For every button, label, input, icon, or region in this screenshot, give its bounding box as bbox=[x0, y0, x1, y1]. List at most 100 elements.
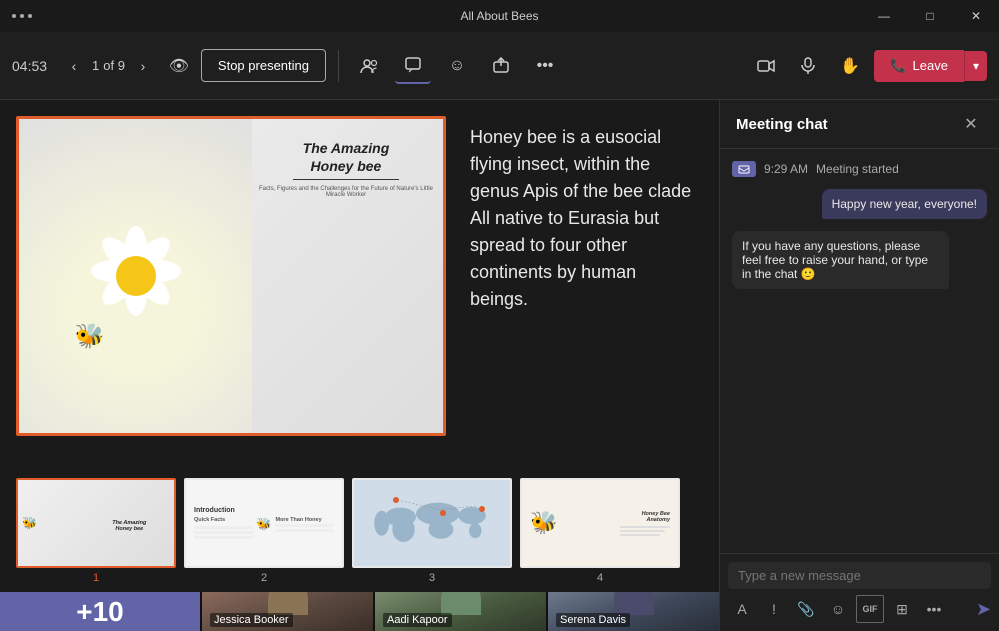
leave-dropdown-button[interactable]: ▾ bbox=[964, 51, 987, 81]
thumbnail-number-1: 1 bbox=[93, 572, 99, 584]
slide-bee-flower: 🐝 bbox=[19, 119, 252, 433]
chat-toolbar: A ! 📎 ☺ GIF ⊞ ••• ➤ bbox=[728, 595, 991, 623]
slide-main-title: The AmazingHoney bee bbox=[257, 139, 435, 175]
right-panel: Meeting chat ✕ 9:29 AM Meeting started H… bbox=[719, 100, 999, 631]
video-name-3: Serena Davis bbox=[556, 613, 630, 627]
thumbnail-slide-2[interactable]: Introduction Quick Facts 🐝 bbox=[184, 478, 344, 568]
reactions-icon-button[interactable]: ☺ bbox=[439, 48, 475, 84]
thumbnail-slide-4[interactable]: 🐝 Honey BeeAnatomy bbox=[520, 478, 680, 568]
important-button[interactable]: ! bbox=[760, 595, 788, 623]
chat-message-input[interactable] bbox=[738, 568, 981, 583]
more-participants-tile: +10 bbox=[0, 592, 200, 631]
camera-button[interactable] bbox=[748, 48, 784, 84]
chat-header: Meeting chat ✕ bbox=[720, 100, 999, 149]
chat-bubble-right: Happy new year, everyone! bbox=[822, 189, 987, 219]
slide-current: 1 bbox=[92, 58, 99, 73]
people-icon-button[interactable] bbox=[351, 48, 387, 84]
thumbnail-1[interactable]: 🐝 The AmazingHoney bee 1 bbox=[16, 478, 176, 584]
leave-button[interactable]: 📞 Leave bbox=[874, 50, 964, 82]
thumbnail-number-2: 2 bbox=[261, 572, 267, 584]
video-tile-2: Aadi Kapoor bbox=[375, 592, 546, 631]
title-bar-dots bbox=[12, 14, 32, 18]
format-button[interactable]: A bbox=[728, 595, 756, 623]
toolbar-divider-1 bbox=[338, 50, 339, 82]
emoji-button[interactable]: ☺ bbox=[824, 595, 852, 623]
person-silhouette-2 bbox=[436, 592, 486, 611]
thumbnail-strip: 🐝 The AmazingHoney bee 1 Introduction Qu… bbox=[0, 470, 719, 592]
app-title: All About Bees bbox=[460, 9, 538, 23]
bee-emoji: 🐝 bbox=[75, 322, 105, 351]
slide-navigation: ‹ 1 of 9 › bbox=[60, 52, 157, 80]
title-bar: All About Bees — □ ✕ bbox=[0, 0, 999, 32]
leave-button-group: 📞 Leave ▾ bbox=[874, 50, 987, 82]
stop-presenting-button[interactable]: Stop presenting bbox=[201, 49, 326, 82]
person-silhouette-1 bbox=[263, 592, 313, 611]
chat-icon-button[interactable] bbox=[395, 48, 431, 84]
mic-button[interactable] bbox=[790, 48, 826, 84]
eye-button[interactable]: 👁 bbox=[165, 52, 193, 80]
chat-input-row bbox=[728, 562, 991, 589]
maximize-button[interactable]: □ bbox=[907, 0, 953, 32]
raise-hand-button[interactable]: ✋ bbox=[832, 48, 868, 84]
next-slide-button[interactable]: › bbox=[129, 52, 157, 80]
thumbnail-slide-1[interactable]: 🐝 The AmazingHoney bee bbox=[16, 478, 176, 568]
person-body-3 bbox=[614, 592, 654, 615]
chat-messages: 9:29 AM Meeting started Happy new year, … bbox=[720, 149, 999, 553]
thumb-inner-3 bbox=[354, 480, 510, 566]
gif-button[interactable]: GIF bbox=[856, 595, 884, 623]
main-slide-preview: 🐝 The AmazingHoney bee Facts, Figures an… bbox=[16, 116, 446, 436]
thumbnail-4[interactable]: 🐝 Honey BeeAnatomy 4 bbox=[520, 478, 680, 584]
toolbar: 04:53 ‹ 1 of 9 › 👁 Stop presenting ☺ ••• bbox=[0, 32, 999, 100]
thumbnail-number-4: 4 bbox=[597, 572, 603, 584]
more-options-button[interactable]: ••• bbox=[527, 48, 563, 84]
more-count: +10 bbox=[76, 596, 124, 628]
meeting-timer: 04:53 bbox=[12, 58, 52, 74]
thumbnail-number-3: 3 bbox=[429, 572, 435, 584]
leave-phone-icon: 📞 bbox=[890, 58, 906, 74]
slide-of: of 9 bbox=[103, 58, 125, 73]
close-button[interactable]: ✕ bbox=[953, 0, 999, 32]
minimize-button[interactable]: — bbox=[861, 0, 907, 32]
toolbar-right: ✋ 📞 Leave ▾ bbox=[748, 48, 987, 84]
window-controls: — □ ✕ bbox=[861, 0, 999, 32]
attach-button[interactable]: 📎 bbox=[792, 595, 820, 623]
chat-bubble-left: If you have any questions, please feel f… bbox=[732, 231, 949, 289]
leave-label: Leave bbox=[913, 58, 948, 73]
system-message: 9:29 AM Meeting started bbox=[732, 161, 987, 177]
video-name-1: Jessica Booker bbox=[210, 613, 293, 627]
system-text: Meeting started bbox=[816, 162, 899, 176]
description-content: Honey bee is a eusocial flying insect, w… bbox=[470, 124, 695, 313]
thumb-inner-2: Introduction Quick Facts 🐝 bbox=[186, 480, 342, 566]
chat-title: Meeting chat bbox=[736, 116, 828, 133]
left-panel: 🐝 The AmazingHoney bee Facts, Figures an… bbox=[0, 100, 719, 631]
share-icon-button[interactable] bbox=[483, 48, 519, 84]
thumbnail-2[interactable]: Introduction Quick Facts 🐝 bbox=[184, 478, 344, 584]
system-icon bbox=[732, 161, 756, 177]
prev-slide-button[interactable]: ‹ bbox=[60, 52, 88, 80]
slide-subtitle: Facts, Figures and the Challenges for th… bbox=[257, 186, 435, 198]
thumbnail-slide-3[interactable] bbox=[352, 478, 512, 568]
thumbnail-3[interactable]: 3 bbox=[352, 478, 512, 584]
person-silhouette-3 bbox=[609, 592, 659, 611]
thumb-inner-1: 🐝 The AmazingHoney bee bbox=[18, 480, 174, 566]
send-button[interactable]: ➤ bbox=[976, 599, 991, 620]
slide-title-divider bbox=[293, 179, 400, 180]
map-lines-svg bbox=[354, 480, 510, 566]
chat-close-button[interactable]: ✕ bbox=[959, 112, 983, 136]
video-strip: +10 Jessica Booker Aadi Kapoor bbox=[0, 592, 719, 631]
thumb-inner-4: 🐝 Honey BeeAnatomy bbox=[522, 480, 678, 566]
slide-inner: 🐝 The AmazingHoney bee Facts, Figures an… bbox=[19, 119, 443, 433]
video-tile-1: Jessica Booker bbox=[202, 592, 373, 631]
system-time: 9:29 AM bbox=[764, 162, 808, 176]
person-body-1 bbox=[268, 592, 308, 615]
more-options-chat-button[interactable]: ••• bbox=[920, 595, 948, 623]
video-tile-3: Serena Davis bbox=[548, 592, 719, 631]
person-body-2 bbox=[441, 592, 481, 615]
more-format-button[interactable]: ⊞ bbox=[888, 595, 916, 623]
video-name-2: Aadi Kapoor bbox=[383, 613, 452, 627]
flower-center bbox=[116, 256, 156, 296]
slide-description: Honey bee is a eusocial flying insect, w… bbox=[462, 116, 703, 462]
presentation-area: 🐝 The AmazingHoney bee Facts, Figures an… bbox=[0, 100, 719, 470]
chat-input-area: A ! 📎 ☺ GIF ⊞ ••• ➤ bbox=[720, 553, 999, 631]
slide-text-area: The AmazingHoney bee Facts, Figures and … bbox=[257, 139, 435, 198]
